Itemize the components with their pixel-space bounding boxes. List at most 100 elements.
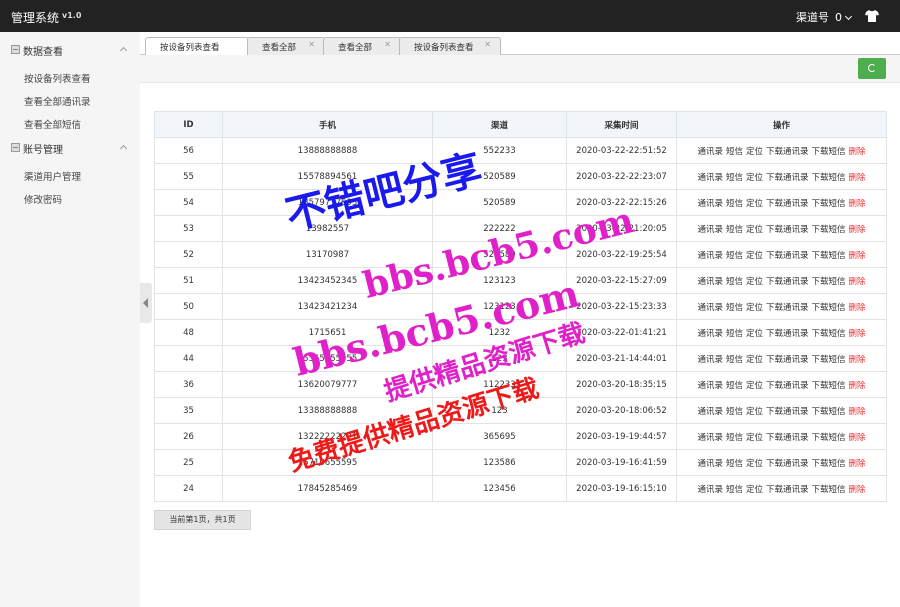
contacts-link[interactable]: 通讯录 — [697, 485, 723, 495]
delete-link[interactable]: 删除 — [849, 251, 866, 261]
user-menu[interactable]: 渠道号 0 — [796, 9, 853, 25]
download-contacts-link[interactable]: 下载通讯录 — [766, 199, 809, 209]
download-contacts-link[interactable]: 下载通讯录 — [766, 381, 809, 391]
contacts-link[interactable]: 通讯录 — [697, 303, 723, 313]
tab-device-list[interactable]: 按设备列表查看 — [145, 37, 249, 56]
download-contacts-link[interactable]: 下载通讯录 — [766, 225, 809, 235]
sms-link[interactable]: 短信 — [726, 355, 743, 365]
download-contacts-link[interactable]: 下载通讯录 — [766, 329, 809, 339]
delete-link[interactable]: 删除 — [849, 277, 866, 287]
sms-link[interactable]: 短信 — [726, 407, 743, 417]
location-link[interactable]: 定位 — [746, 173, 763, 183]
sidebar-group-data-view[interactable]: 数据查看 — [0, 39, 140, 61]
contacts-link[interactable]: 通讯录 — [697, 407, 723, 417]
location-link[interactable]: 定位 — [746, 329, 763, 339]
delete-link[interactable]: 删除 — [849, 433, 866, 443]
sms-link[interactable]: 短信 — [726, 277, 743, 287]
download-contacts-link[interactable]: 下载通讯录 — [766, 277, 809, 287]
contacts-link[interactable]: 通讯录 — [697, 329, 723, 339]
location-link[interactable]: 定位 — [746, 407, 763, 417]
sms-link[interactable]: 短信 — [726, 225, 743, 235]
delete-link[interactable]: 删除 — [849, 303, 866, 313]
delete-link[interactable]: 删除 — [849, 355, 866, 365]
sidebar-collapse-handle[interactable] — [140, 283, 152, 323]
sidebar-item-change-password[interactable]: 修改密码 — [24, 192, 62, 206]
download-contacts-link[interactable]: 下载通讯录 — [766, 173, 809, 183]
sms-link[interactable]: 短信 — [726, 173, 743, 183]
sms-link[interactable]: 短信 — [726, 485, 743, 495]
download-sms-link[interactable]: 下载短信 — [812, 303, 846, 313]
delete-link[interactable]: 删除 — [849, 329, 866, 339]
download-sms-link[interactable]: 下载短信 — [812, 225, 846, 235]
contacts-link[interactable]: 通讯录 — [697, 147, 723, 157]
sms-link[interactable]: 短信 — [726, 251, 743, 261]
sms-link[interactable]: 短信 — [726, 459, 743, 469]
contacts-link[interactable]: 通讯录 — [697, 277, 723, 287]
contacts-link[interactable]: 通讯录 — [697, 225, 723, 235]
download-contacts-link[interactable]: 下载通讯录 — [766, 433, 809, 443]
location-link[interactable]: 定位 — [746, 355, 763, 365]
contacts-link[interactable]: 通讯录 — [697, 433, 723, 443]
download-sms-link[interactable]: 下载短信 — [812, 355, 846, 365]
sms-link[interactable]: 短信 — [726, 329, 743, 339]
download-sms-link[interactable]: 下载短信 — [812, 407, 846, 417]
download-contacts-link[interactable]: 下载通讯录 — [766, 407, 809, 417]
sidebar-item-all-contacts[interactable]: 查看全部通讯录 — [24, 94, 91, 108]
delete-link[interactable]: 删除 — [849, 199, 866, 209]
delete-link[interactable]: 删除 — [849, 225, 866, 235]
location-link[interactable]: 定位 — [746, 251, 763, 261]
delete-link[interactable]: 删除 — [849, 147, 866, 157]
tab-view-all-1[interactable]: 查看全部 ✕ — [247, 37, 325, 55]
sms-link[interactable]: 短信 — [726, 303, 743, 313]
download-sms-link[interactable]: 下载短信 — [812, 251, 846, 261]
download-sms-link[interactable]: 下载短信 — [812, 329, 846, 339]
sms-link[interactable]: 短信 — [726, 433, 743, 443]
download-contacts-link[interactable]: 下载通讯录 — [766, 485, 809, 495]
download-contacts-link[interactable]: 下载通讯录 — [766, 355, 809, 365]
contacts-link[interactable]: 通讯录 — [697, 381, 723, 391]
sidebar-item-channel-users[interactable]: 渠道用户管理 — [24, 169, 81, 183]
tab-view-all-2[interactable]: 查看全部 ✕ — [323, 37, 401, 55]
close-icon[interactable]: ✕ — [384, 40, 391, 49]
download-sms-link[interactable]: 下载短信 — [812, 199, 846, 209]
download-sms-link[interactable]: 下载短信 — [812, 459, 846, 469]
location-link[interactable]: 定位 — [746, 303, 763, 313]
sidebar-item-all-sms[interactable]: 查看全部短信 — [24, 117, 81, 131]
delete-link[interactable]: 删除 — [849, 407, 866, 417]
download-sms-link[interactable]: 下载短信 — [812, 173, 846, 183]
sms-link[interactable]: 短信 — [726, 199, 743, 209]
location-link[interactable]: 定位 — [746, 381, 763, 391]
download-contacts-link[interactable]: 下载通讯录 — [766, 303, 809, 313]
download-contacts-link[interactable]: 下载通讯录 — [766, 251, 809, 261]
sidebar-item-device-list[interactable]: 按设备列表查看 — [24, 71, 91, 85]
location-link[interactable]: 定位 — [746, 225, 763, 235]
delete-link[interactable]: 删除 — [849, 459, 866, 469]
sidebar-group-account[interactable]: 账号管理 — [0, 137, 140, 159]
location-link[interactable]: 定位 — [746, 277, 763, 287]
close-icon[interactable]: ✕ — [308, 40, 315, 49]
delete-link[interactable]: 删除 — [849, 173, 866, 183]
location-link[interactable]: 定位 — [746, 433, 763, 443]
contacts-link[interactable]: 通讯录 — [697, 173, 723, 183]
contacts-link[interactable]: 通讯录 — [697, 251, 723, 261]
delete-link[interactable]: 删除 — [849, 485, 866, 495]
download-sms-link[interactable]: 下载短信 — [812, 147, 846, 157]
tshirt-icon[interactable] — [865, 10, 879, 22]
sms-link[interactable]: 短信 — [726, 147, 743, 157]
location-link[interactable]: 定位 — [746, 147, 763, 157]
location-link[interactable]: 定位 — [746, 485, 763, 495]
delete-link[interactable]: 删除 — [849, 381, 866, 391]
tab-device-list-2[interactable]: 按设备列表查看 ✕ — [399, 37, 501, 55]
contacts-link[interactable]: 通讯录 — [697, 355, 723, 365]
contacts-link[interactable]: 通讯录 — [697, 199, 723, 209]
refresh-button[interactable] — [858, 58, 886, 79]
download-sms-link[interactable]: 下载短信 — [812, 381, 846, 391]
download-sms-link[interactable]: 下载短信 — [812, 277, 846, 287]
location-link[interactable]: 定位 — [746, 199, 763, 209]
download-sms-link[interactable]: 下载短信 — [812, 433, 846, 443]
sms-link[interactable]: 短信 — [726, 381, 743, 391]
location-link[interactable]: 定位 — [746, 459, 763, 469]
download-contacts-link[interactable]: 下载通讯录 — [766, 147, 809, 157]
download-contacts-link[interactable]: 下载通讯录 — [766, 459, 809, 469]
close-icon[interactable]: ✕ — [484, 40, 491, 49]
